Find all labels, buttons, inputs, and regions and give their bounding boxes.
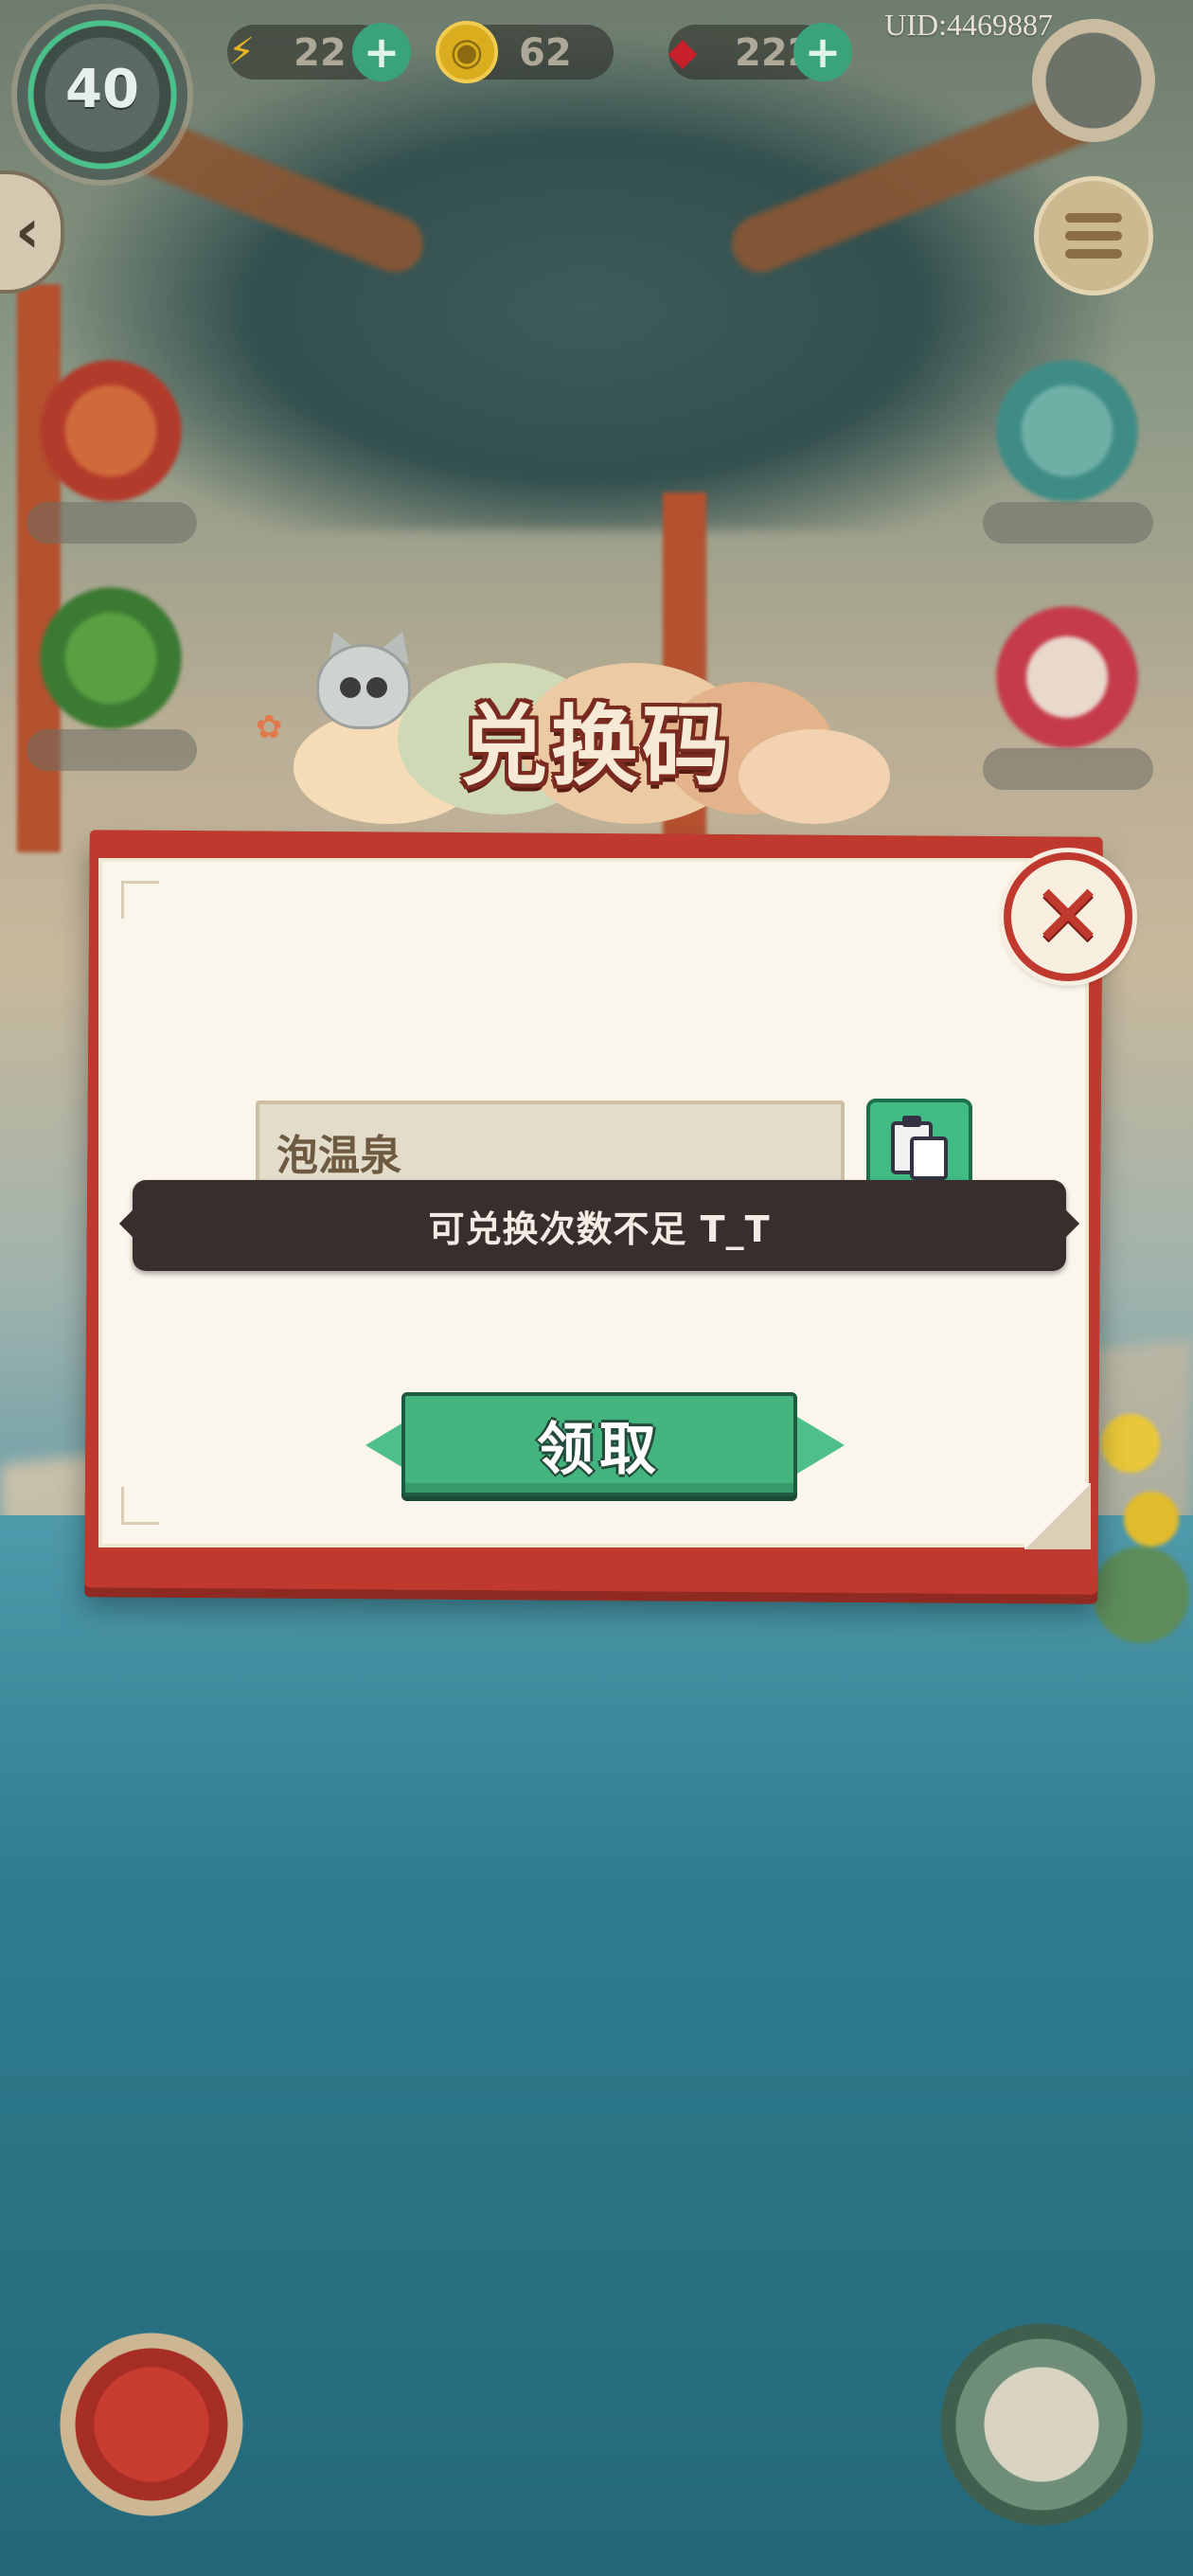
claim-ornament-right — [797, 1417, 845, 1474]
claim-button-label: 领取 — [537, 1416, 662, 1483]
flower-icon: ✿ — [256, 708, 283, 746]
dialog-title-banner: ✿ 兑换码 — [256, 625, 909, 833]
toast-message: 可兑换次数不足 T_T — [133, 1180, 1066, 1271]
close-icon: ✕ — [1031, 866, 1105, 967]
toast-text: 可兑换次数不足 T_T — [428, 1208, 771, 1250]
clipboard-icon — [891, 1116, 948, 1180]
dialog-title: 兑换码 — [459, 695, 733, 797]
claim-button[interactable]: 领取 — [401, 1392, 797, 1496]
close-button[interactable]: ✕ — [1004, 852, 1132, 981]
paper-fold — [1024, 1483, 1091, 1549]
